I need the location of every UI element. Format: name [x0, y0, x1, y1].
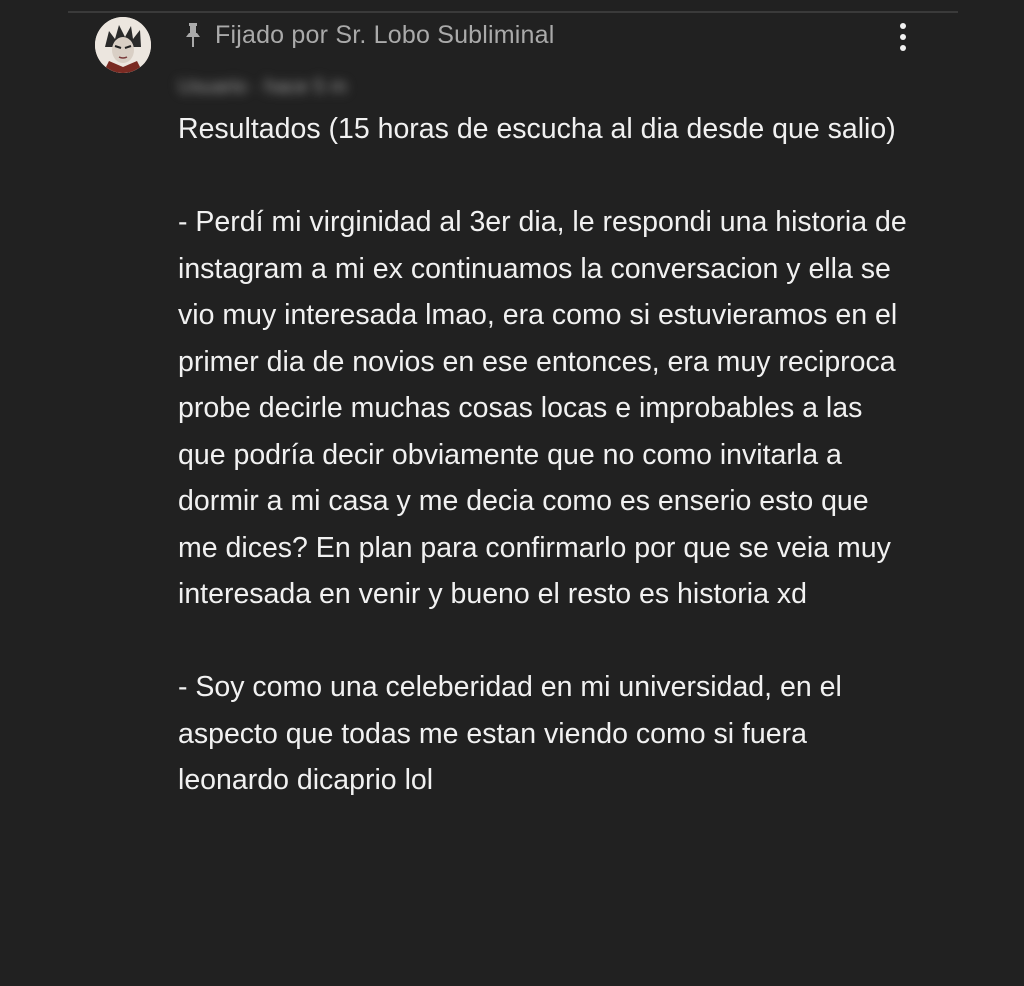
- comment-text: Resultados (15 horas de escucha al dia d…: [178, 106, 913, 804]
- comment-thread: Fijado por Sr. Lobo Subliminal Usuario ·…: [0, 0, 1024, 986]
- comment-paragraph: Resultados (15 horas de escucha al dia d…: [178, 113, 896, 145]
- pinned-label: Fijado por Sr. Lobo Subliminal: [215, 20, 555, 49]
- menu-dot: [900, 34, 906, 40]
- avatar[interactable]: [95, 17, 151, 73]
- menu-dot: [900, 45, 906, 51]
- menu-dot: [900, 23, 906, 29]
- avatar-image: [95, 17, 151, 73]
- comment-paragraph: - Perdí mi virginidad al 3er dia, le res…: [178, 206, 915, 610]
- author-meta[interactable]: Usuario · hace 5 m: [178, 73, 347, 101]
- more-vert-icon[interactable]: [888, 20, 918, 54]
- divider: [68, 11, 958, 13]
- pin-icon: [186, 23, 200, 47]
- comment-paragraph: - Soy como una celeberidad en mi univers…: [178, 671, 850, 796]
- pinned-indicator: Fijado por Sr. Lobo Subliminal: [183, 18, 555, 52]
